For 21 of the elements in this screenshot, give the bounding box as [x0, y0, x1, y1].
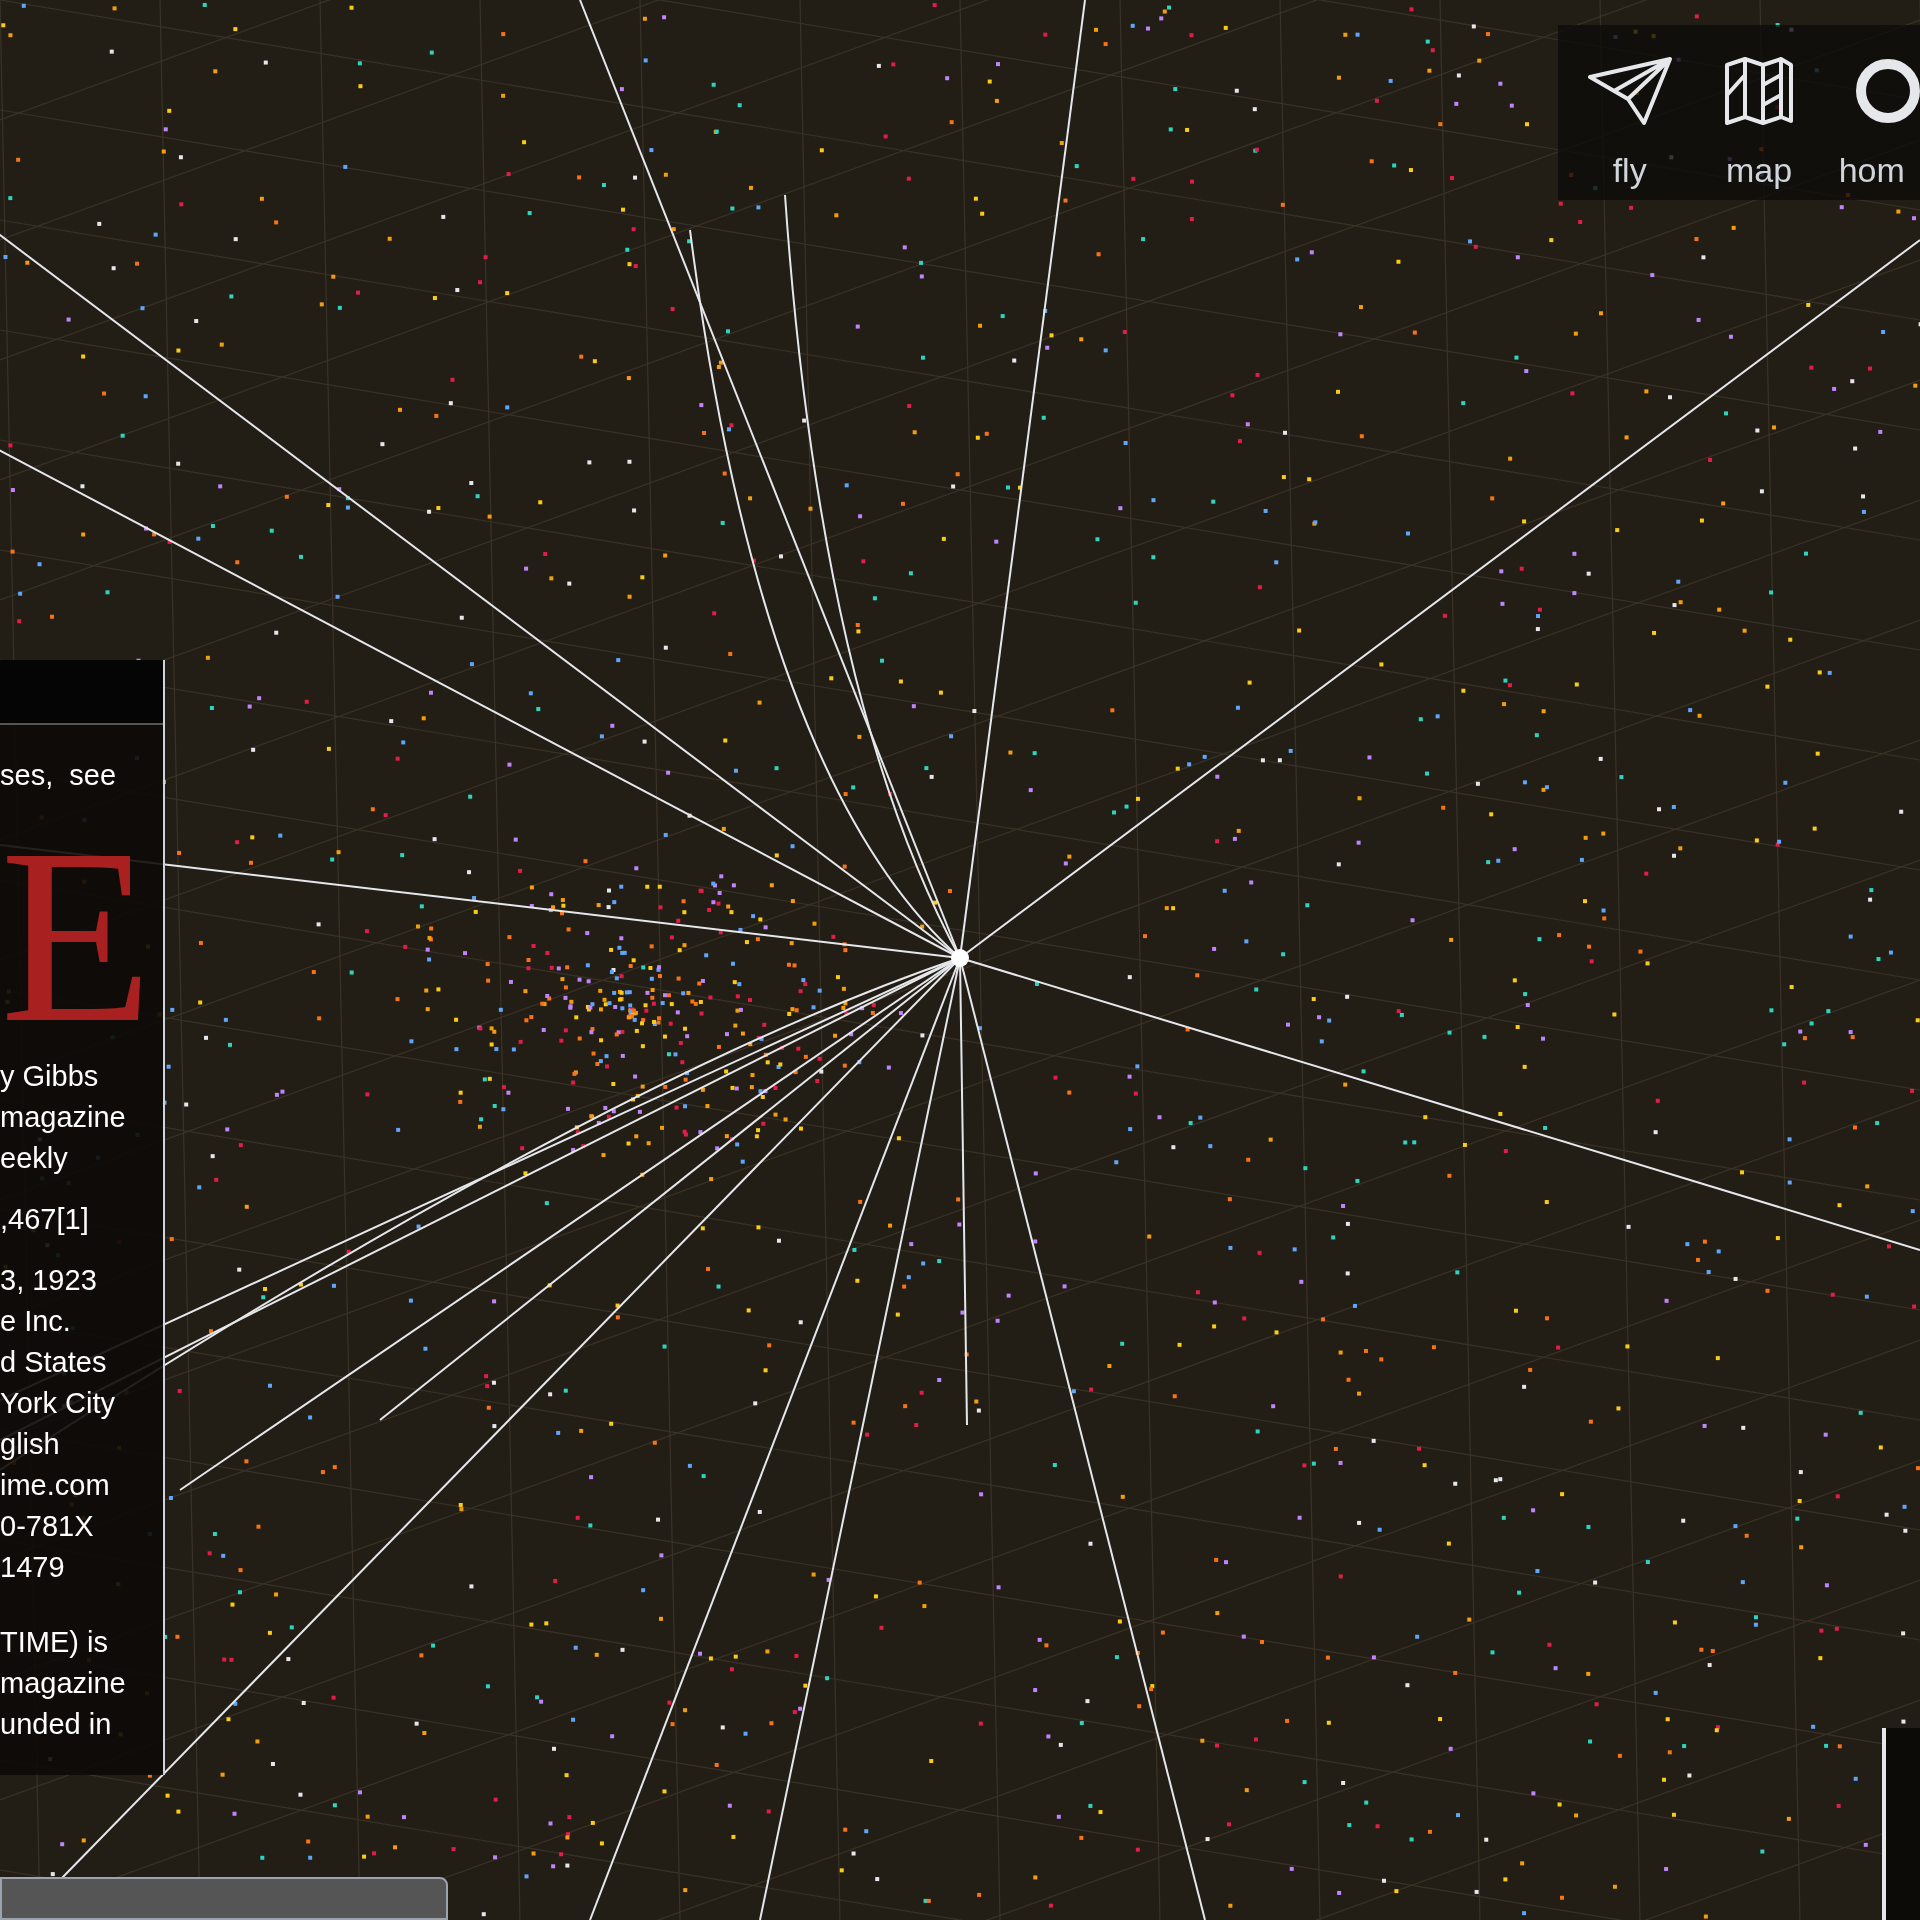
field-value: ime.com: [0, 1468, 111, 1503]
field-value: eekly: [0, 1141, 69, 1176]
toolbar-button[interactable]: fly: [1580, 55, 1680, 200]
field-value: d States: [0, 1345, 108, 1380]
field-value: y Gibbs: [0, 1059, 100, 1094]
field-value: York City: [0, 1386, 116, 1421]
field-value: ,467[1]: [0, 1202, 90, 1237]
logo-text: E: [0, 836, 153, 1036]
field-value: 3, 1923: [0, 1263, 98, 1298]
description-line: TIME) is: [0, 1625, 109, 1660]
field-value: glish: [0, 1427, 61, 1462]
note-text: ses, see: [0, 758, 118, 793]
description-line: unded in: [0, 1707, 113, 1742]
field-value: 0-781X: [0, 1509, 95, 1544]
toolbar-button[interactable]: hom: [1838, 55, 1920, 200]
description-line: magazine: [0, 1666, 127, 1701]
field-value: e Inc.: [0, 1304, 72, 1339]
field-value: 1479: [0, 1550, 66, 1585]
field-value: magazine: [0, 1100, 127, 1135]
paper-plane-icon: [1587, 55, 1672, 127]
toolbar-button[interactable]: map: [1709, 55, 1809, 200]
